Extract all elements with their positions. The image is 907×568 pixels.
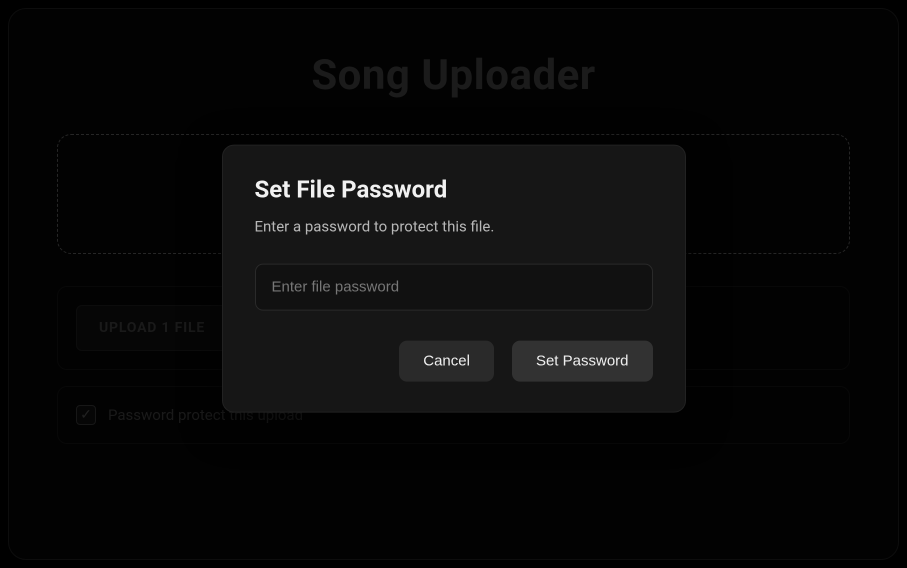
set-password-button[interactable]: Set Password xyxy=(512,341,653,382)
file-password-input[interactable] xyxy=(255,264,653,311)
modal-description: Enter a password to protect this file. xyxy=(255,218,653,236)
modal-title: Set File Password xyxy=(255,176,653,204)
modal-actions: Cancel Set Password xyxy=(255,341,653,382)
set-password-modal: Set File Password Enter a password to pr… xyxy=(222,145,686,413)
cancel-button[interactable]: Cancel xyxy=(399,341,494,382)
